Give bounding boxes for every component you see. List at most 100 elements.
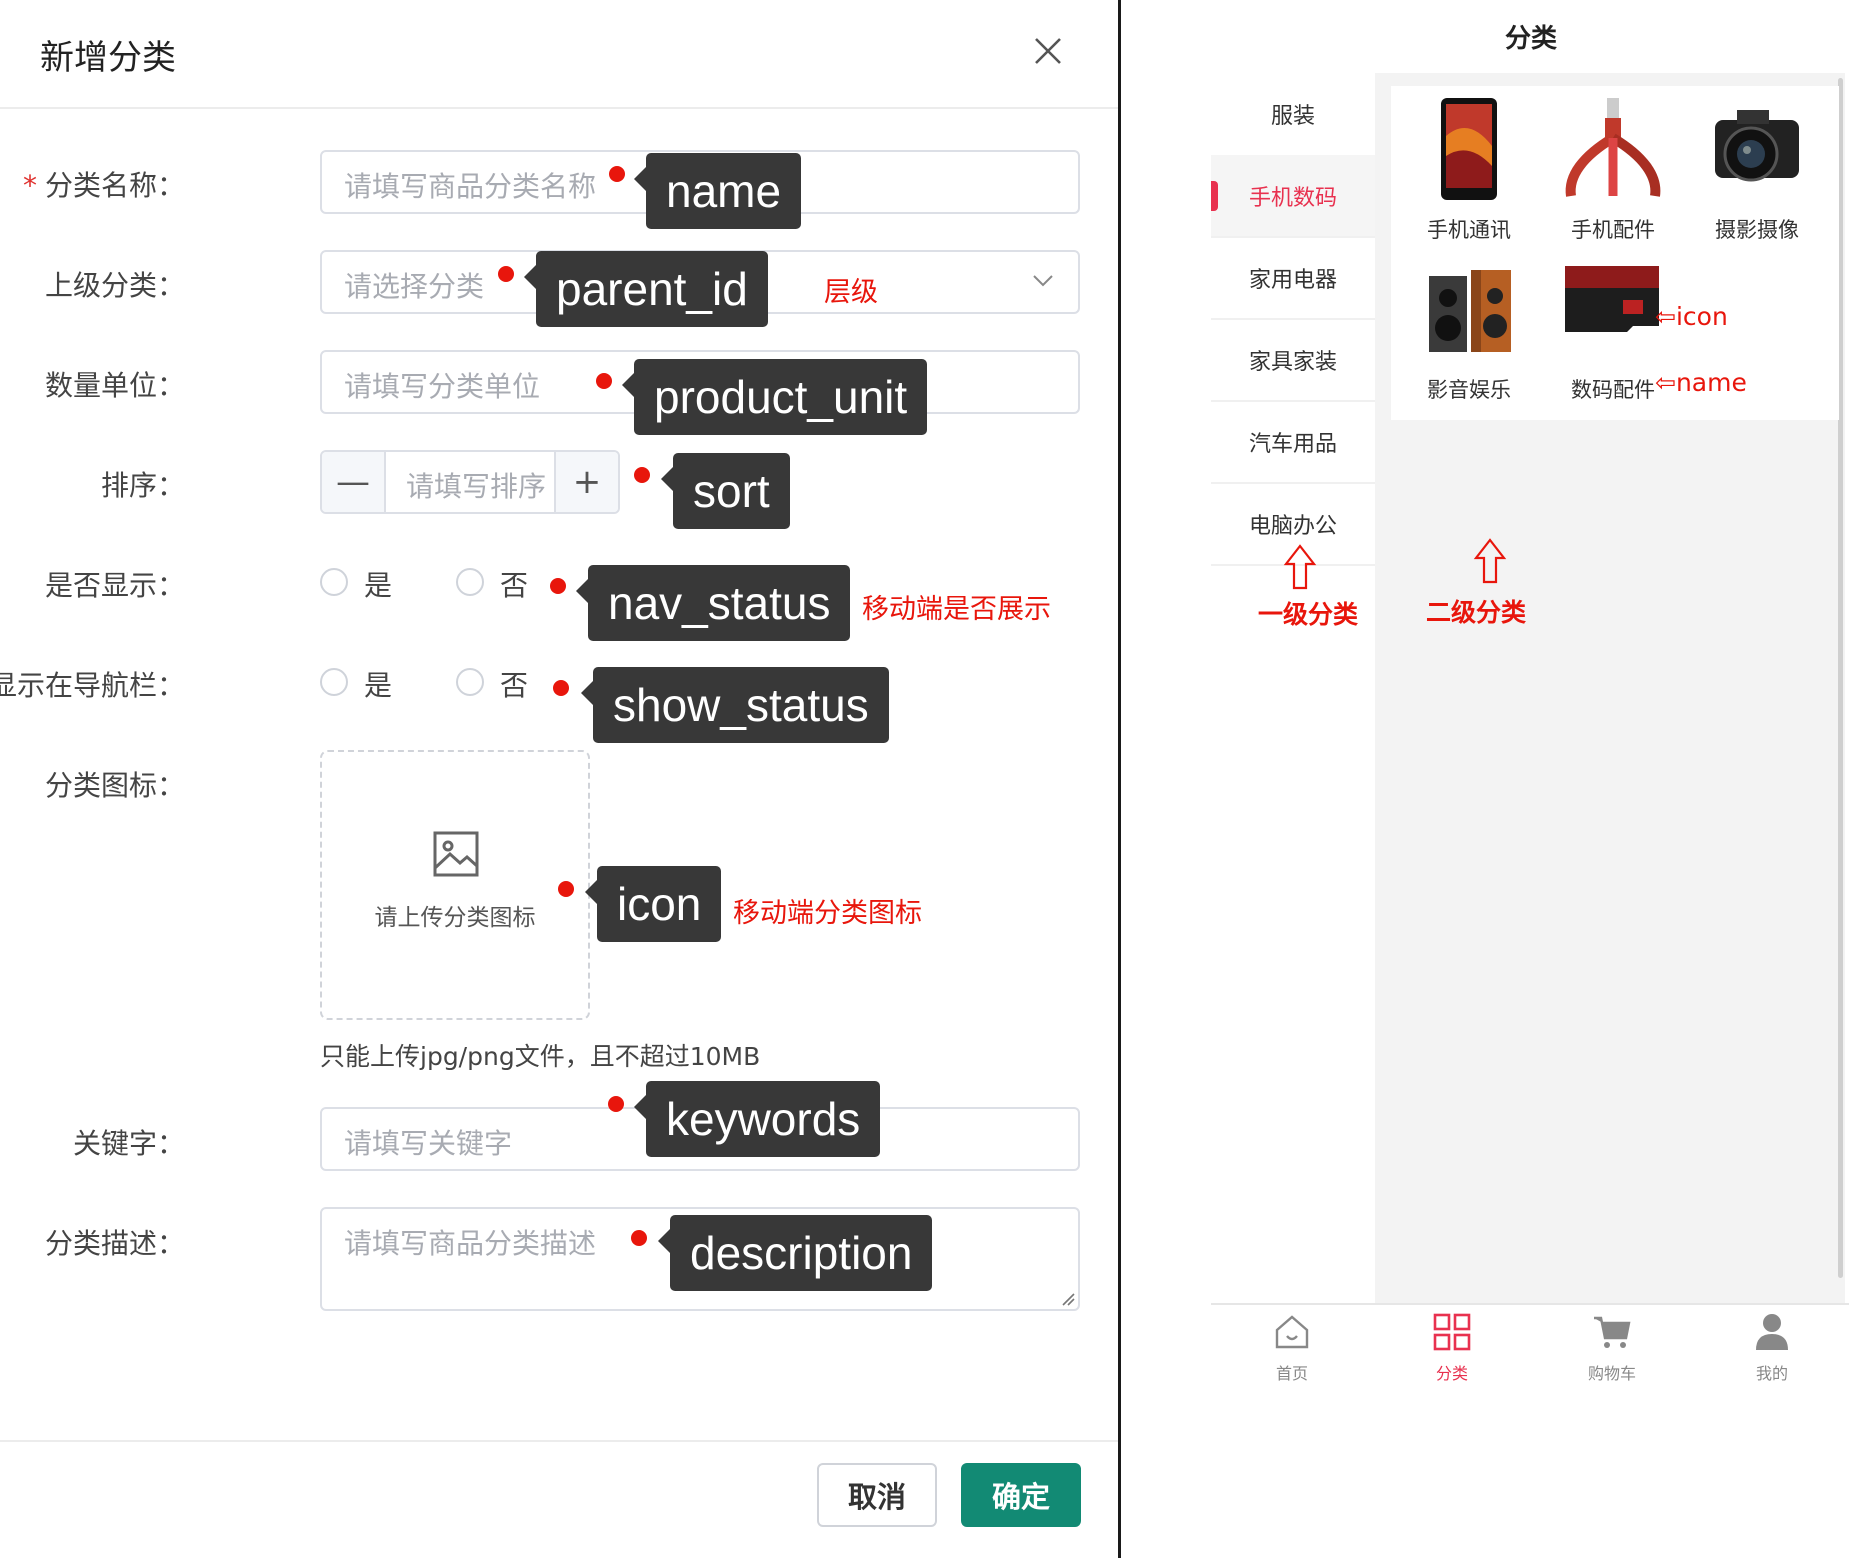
parent-label: 上级分类： (44, 269, 185, 302)
annotation-dot (558, 881, 574, 897)
cancel-button[interactable]: 取消 (817, 1463, 937, 1527)
annotation-tag-nav-status: nav_status (575, 565, 851, 641)
dialog-footer-divider (0, 1440, 1118, 1442)
sidebar-item-label: 家用电器 (1248, 268, 1337, 293)
sidebar-item-label: 手机数码 (1248, 186, 1337, 211)
annotation-note-level1: 一级分类 (1258, 600, 1359, 629)
description-placeholder: 请填写商品分类描述 (344, 1227, 597, 1260)
sidebar-item-digital[interactable]: 手机数码 (1211, 155, 1375, 237)
nav-status-label: 是否显示： (44, 569, 185, 602)
panel-divider (1118, 0, 1121, 1558)
unit-label: 数量单位： (44, 369, 185, 402)
name-label: * 分类名称： (22, 169, 185, 202)
parent-placeholder: 请选择分类 (344, 270, 485, 303)
sort-input[interactable]: 请填写排序 (406, 465, 546, 505)
tabbar-divider (1211, 1303, 1849, 1305)
subcategory-item[interactable]: 影音娱乐 (1401, 246, 1537, 406)
sidebar-item-auto[interactable]: 汽车用品 (1211, 401, 1375, 483)
tab-label: 我的 (1755, 1364, 1788, 1383)
subcategory-name: 手机通讯 (1427, 218, 1511, 242)
annotation-tag-icon: icon (584, 866, 722, 942)
sd-card-image (1565, 266, 1659, 332)
annotation-arrow-name: ⇦name (1655, 368, 1747, 397)
tab-label: 购物车 (1587, 1364, 1636, 1383)
annotation-note-mobile-icon: icon (1675, 302, 1728, 331)
subcategory-panel: 手机通讯 手机配件 摄影摄像 影音娱乐 数码配件 (1391, 86, 1839, 420)
user-icon (1756, 1314, 1788, 1350)
annotation-tag-keywords: keywords (633, 1081, 881, 1157)
sort-label: 排序： (100, 469, 185, 502)
sidebar-item-label: 家具家装 (1248, 350, 1337, 375)
icon-upload-area[interactable]: 请上传分类图标 (320, 750, 590, 1020)
subcategory-name: 摄影摄像 (1715, 218, 1799, 242)
sidebar-item-appliances[interactable]: 家用电器 (1211, 237, 1375, 319)
keywords-label: 关键字： (72, 1127, 185, 1160)
annotation-dot (498, 266, 514, 282)
show-status-label: 是否显示在导航栏： (0, 669, 185, 702)
keywords-placeholder: 请填写关键字 (344, 1127, 513, 1160)
upload-tip: 只能上传jpg/png文件，且不超过10MB (320, 1042, 761, 1071)
unit-placeholder: 请填写分类单位 (344, 370, 541, 403)
annotation-tag-product-unit: product_unit (621, 359, 928, 435)
resize-handle-icon[interactable] (1061, 1292, 1075, 1306)
annotation-tag-sort: sort (661, 453, 790, 529)
close-icon[interactable] (1030, 33, 1066, 69)
subcategory-item[interactable]: 手机通讯 (1401, 86, 1537, 246)
nav-status-yes-label: 是 (364, 569, 393, 602)
dialog-header-divider (0, 107, 1118, 109)
show-status-yes-radio[interactable] (320, 668, 348, 696)
annotation-dot (634, 467, 650, 483)
annotation-note-mobile-name: name (1675, 368, 1747, 397)
increment-button[interactable]: + (554, 452, 618, 512)
annotation-tag-show-status: show_status (581, 667, 889, 743)
description-label: 分类描述： (44, 1227, 185, 1260)
nav-status-no-label: 否 (500, 569, 529, 602)
cable-image (1565, 98, 1661, 197)
chevron-down-icon (1033, 275, 1053, 287)
annotation-note-level: 层级 (824, 277, 878, 308)
show-status-no-radio[interactable] (456, 668, 484, 696)
annotation-tag-description: description (657, 1215, 933, 1291)
annotation-dot (553, 680, 569, 696)
icon-label: 分类图标： (44, 769, 185, 802)
phone-image (1441, 98, 1497, 200)
annotation-note-icon: 移动端分类图标 (733, 898, 922, 929)
up-arrow-icon (1283, 544, 1317, 590)
show-status-yes-label: 是 (364, 669, 393, 702)
annotation-dot (609, 166, 625, 182)
subcategory-name: 影音娱乐 (1427, 378, 1511, 402)
annotation-tag-parent-id: parent_id (524, 251, 768, 327)
nav-status-no-radio[interactable] (456, 568, 484, 596)
sidebar-item-furniture[interactable]: 家具家装 (1211, 319, 1375, 401)
name-placeholder: 请填写商品分类名称 (344, 170, 597, 203)
home-icon (1275, 1315, 1309, 1349)
decrement-button[interactable]: — (322, 452, 386, 512)
tab-label: 分类 (1435, 1364, 1468, 1383)
annotation-note-level2: 二级分类 (1426, 598, 1527, 627)
sidebar-item-clothing[interactable]: 服装 (1211, 73, 1375, 155)
subcategory-item[interactable]: 摄影摄像 (1689, 86, 1825, 246)
up-arrow-icon (1473, 538, 1507, 584)
speaker-image (1429, 270, 1511, 352)
annotation-dot (550, 578, 566, 594)
subcategory-item[interactable]: 手机配件 (1545, 86, 1681, 246)
show-status-no-label: 否 (500, 669, 529, 702)
image-icon (433, 831, 479, 877)
tab-label: 首页 (1275, 1364, 1308, 1383)
annotation-tag-name: name (633, 153, 802, 229)
cart-icon (1594, 1316, 1631, 1348)
add-category-dialog: 新增分类 * 分类名称： 请填写商品分类名称 上级分类： 请选择分类 数量单位： … (0, 0, 1120, 1558)
sidebar-item-label: 服装 (1270, 104, 1315, 129)
sidebar-item-label: 汽车用品 (1248, 432, 1337, 457)
upload-text: 请上传分类图标 (374, 905, 536, 931)
confirm-button[interactable]: 确定 (961, 1463, 1081, 1527)
annotation-dot (596, 373, 612, 389)
sidebar-item-label: 电脑办公 (1248, 514, 1337, 539)
mobile-page-title: 分类 (1505, 24, 1558, 54)
dialog-title: 新增分类 (40, 38, 176, 78)
annotation-arrow-icon: ⇦icon (1655, 302, 1728, 331)
annotation-note-nav-status: 移动端是否展示 (862, 594, 1051, 625)
nav-status-yes-radio[interactable] (320, 568, 348, 596)
annotation-dot (631, 1230, 647, 1246)
sort-stepper: — 请填写排序 + (320, 450, 620, 514)
